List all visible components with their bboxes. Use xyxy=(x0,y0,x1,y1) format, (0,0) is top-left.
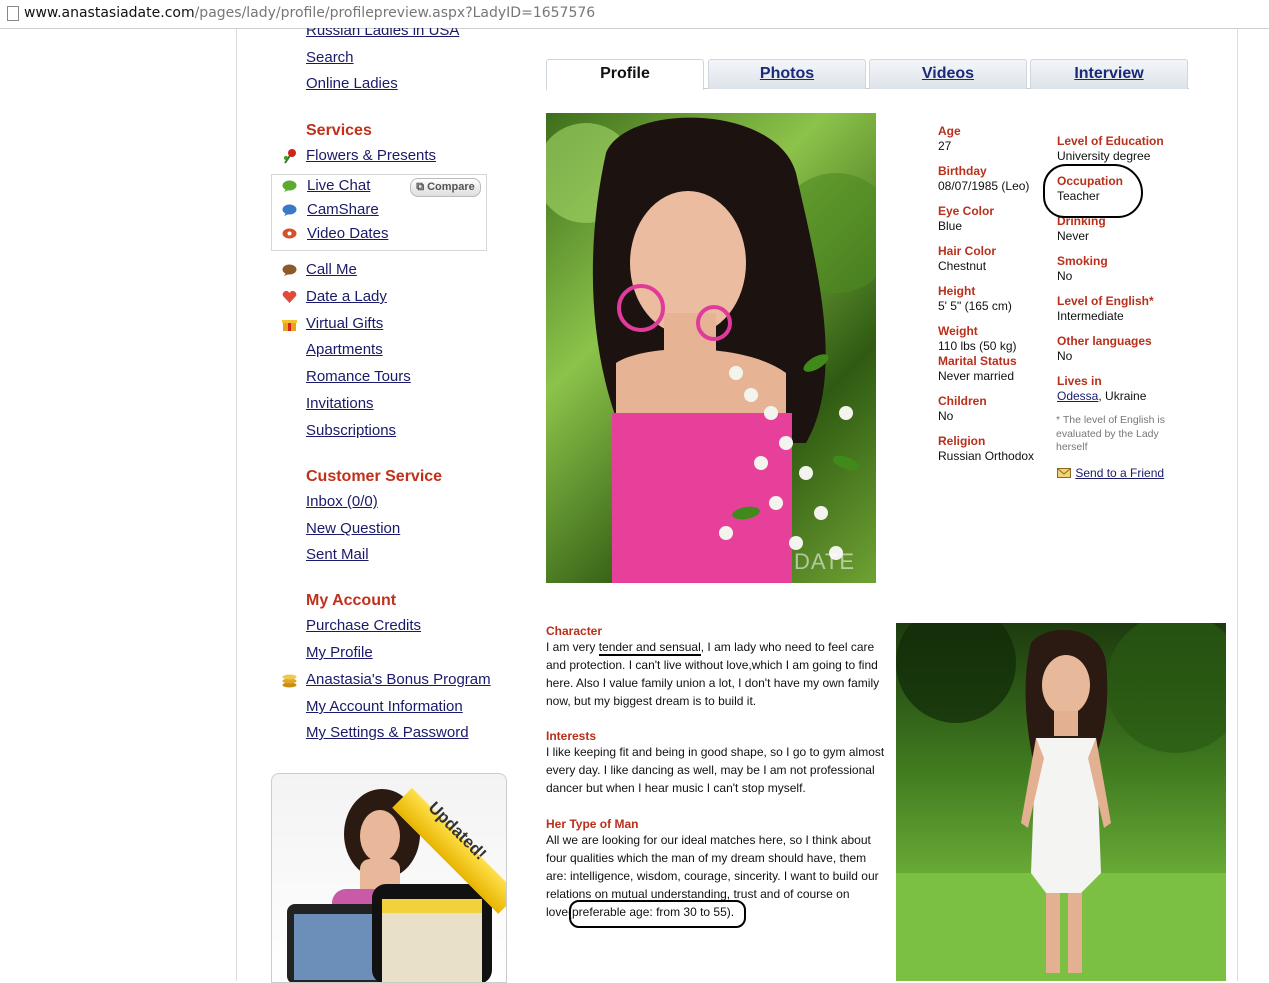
tab-photos[interactable]: Photos xyxy=(708,59,866,89)
religion-value: Russian Orthodox xyxy=(938,449,1035,463)
height-label: Height xyxy=(938,284,976,298)
nav-virtual-gifts[interactable]: Virtual Gifts xyxy=(306,315,383,332)
hair-color-label: Hair Color xyxy=(938,244,997,258)
hair-color-value: Chestnut xyxy=(938,259,987,273)
education-label: Level of Education xyxy=(1057,134,1164,148)
nav-live-chat[interactable]: Live Chat xyxy=(307,177,370,194)
profile-secondary-photo[interactable] xyxy=(896,623,1226,981)
height-value: 5' 5" (165 cm) xyxy=(938,299,1012,313)
nav-new-question[interactable]: New Question xyxy=(306,520,400,537)
tab-profile[interactable]: Profile xyxy=(546,59,704,90)
nav-invitations[interactable]: Invitations xyxy=(306,395,374,412)
camshare-icon xyxy=(282,204,297,216)
children-label: Children xyxy=(938,394,987,408)
lives-in-label: Lives in xyxy=(1057,374,1102,388)
drinking-value: Never xyxy=(1057,229,1090,243)
education-value: University degree xyxy=(1057,149,1151,163)
birthday-value: 08/07/1985 (Leo) xyxy=(938,179,1030,193)
send-to-friend-label[interactable]: Send to a Friend xyxy=(1075,466,1164,480)
religion-label: Religion xyxy=(938,434,986,448)
flower-icon xyxy=(284,149,296,164)
marital-status-value: Never married xyxy=(938,369,1015,383)
preferable-age-annotation xyxy=(569,900,746,928)
tab-interview[interactable]: Interview xyxy=(1030,59,1188,89)
eye-color-value: Blue xyxy=(938,219,963,233)
nav-bonus-program[interactable]: Anastasia's Bonus Program xyxy=(306,671,491,688)
coins-icon xyxy=(282,674,297,688)
english-level-value: Intermediate xyxy=(1057,309,1124,323)
tab-videos[interactable]: Videos xyxy=(869,59,1027,89)
nav-purchase-credits[interactable]: Purchase Credits xyxy=(306,617,421,634)
weight-label: Weight xyxy=(938,324,978,338)
marital-status-label: Marital Status xyxy=(938,354,1017,368)
profile-photo-illustration xyxy=(546,117,876,583)
nav-date-a-lady[interactable]: Date a Lady xyxy=(306,288,387,305)
envelope-icon xyxy=(1057,468,1071,478)
occupation-annotation-circle xyxy=(1043,164,1143,218)
gift-icon xyxy=(282,320,297,331)
birthday-label: Birthday xyxy=(938,164,987,178)
character-highlight: tender and sensual xyxy=(598,640,701,656)
nav-romance-tours[interactable]: Romance Tours xyxy=(306,368,411,385)
nav-my-profile[interactable]: My Profile xyxy=(306,644,373,661)
interests-heading: Interests xyxy=(546,729,597,743)
nav-account-information[interactable]: My Account Information xyxy=(306,698,463,715)
address-bar[interactable]: www.anastasiadate.com/pages/lady/profile… xyxy=(0,0,1269,29)
character-text: I am very tender and sensual, I am lady … xyxy=(546,640,880,708)
eye-color-label: Eye Color xyxy=(938,204,995,218)
type-of-man-heading: Her Type of Man xyxy=(546,817,639,831)
smoking-label: Smoking xyxy=(1057,254,1108,268)
nav-camshare[interactable]: CamShare xyxy=(307,201,379,218)
video-date-icon xyxy=(282,228,297,239)
age-value: 27 xyxy=(938,139,952,153)
nav-call-me[interactable]: Call Me xyxy=(306,261,357,278)
english-level-note: * The level of English is evaluated by t… xyxy=(1056,414,1165,453)
nav-online-ladies[interactable]: Online Ladies xyxy=(306,75,398,92)
phone-bubble-icon xyxy=(282,264,297,276)
nav-video-dates[interactable]: Video Dates xyxy=(307,225,388,242)
character-heading: Character xyxy=(546,624,603,638)
city-link[interactable]: Odessa xyxy=(1057,389,1098,403)
interests-text: I like keeping fit and being in good sha… xyxy=(546,745,885,795)
nav-settings-password[interactable]: My Settings & Password xyxy=(306,724,469,741)
nav-subscriptions[interactable]: Subscriptions xyxy=(306,422,396,439)
english-level-label: Level of English* xyxy=(1057,294,1154,308)
page-icon xyxy=(7,6,19,21)
services-heading: Services xyxy=(306,122,372,139)
other-languages-label: Other languages xyxy=(1057,334,1152,348)
secondary-photo-illustration xyxy=(896,623,1226,981)
profile-main-photo[interactable]: DATE xyxy=(546,113,876,583)
chat-bubble-icon xyxy=(282,180,297,192)
my-account-heading: My Account xyxy=(306,592,397,609)
nav-apartments[interactable]: Apartments xyxy=(306,341,383,358)
url-text[interactable]: www.anastasiadate.com/pages/lady/profile… xyxy=(24,5,595,21)
send-to-friend-link[interactable]: Send to a Friend xyxy=(1057,466,1164,480)
other-languages-value: No xyxy=(1057,349,1073,363)
lives-in-value: Odessa, Ukraine xyxy=(1057,389,1146,403)
nav-search[interactable]: Search xyxy=(306,49,354,66)
smoking-value: No xyxy=(1057,269,1073,283)
nav-inbox[interactable]: Inbox (0/0) xyxy=(306,493,378,510)
country-text: , Ukraine xyxy=(1098,389,1147,403)
photo-watermark: DATE xyxy=(794,549,856,574)
customer-service-heading: Customer Service xyxy=(306,468,443,485)
nav-sent-mail[interactable]: Sent Mail xyxy=(306,546,369,563)
children-value: No xyxy=(938,409,954,423)
mobile-app-promo-banner[interactable]: Updated! xyxy=(271,773,507,983)
heart-icon xyxy=(282,291,297,303)
nav-flowers-presents[interactable]: Flowers & Presents xyxy=(306,147,436,164)
weight-value: 110 lbs (50 kg) xyxy=(938,339,1017,353)
age-label: Age xyxy=(938,124,961,138)
compare-button[interactable]: ⧉ Compare xyxy=(410,178,481,197)
